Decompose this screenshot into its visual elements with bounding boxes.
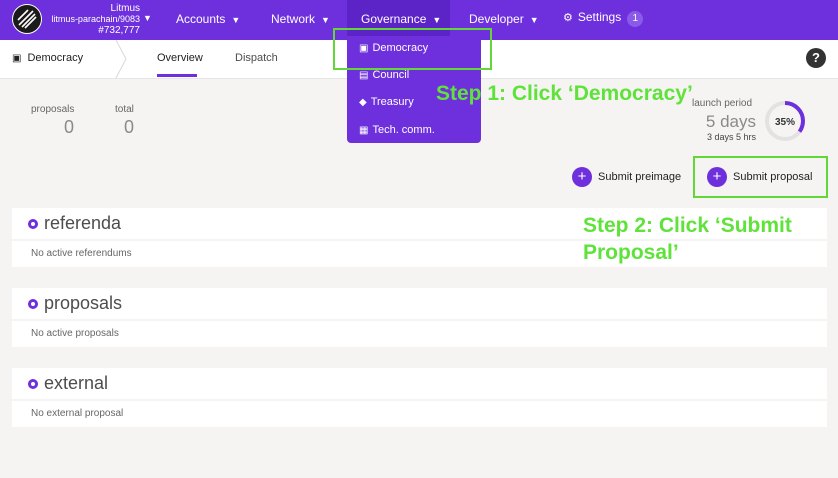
nav-developer[interactable]: Developer ▼ bbox=[469, 12, 539, 26]
caret-down-icon: ▼ bbox=[529, 15, 539, 25]
gem-icon: ◆ bbox=[359, 97, 367, 108]
help-icon[interactable]: ? bbox=[806, 48, 826, 68]
section-label: Democracy bbox=[27, 52, 84, 64]
active-tab-underline bbox=[157, 74, 197, 77]
proposals-label: proposals bbox=[31, 104, 75, 115]
submit-preimage-label: Submit preimage bbox=[598, 170, 682, 183]
launch-period-time: 3 days 5 hrs bbox=[706, 132, 756, 142]
empty-message: No active referendums bbox=[31, 248, 132, 259]
plus-icon: + bbox=[572, 167, 592, 187]
step1-annotation: Step 1: Click ‘Democracy’ bbox=[436, 82, 693, 105]
settings-badge: 1 bbox=[627, 11, 644, 27]
menu-item-label: Tech. comm. bbox=[372, 124, 435, 136]
tab-overview[interactable]: Overview bbox=[157, 52, 203, 64]
breadcrumb-chevron-icon bbox=[115, 40, 127, 78]
total-value: 0 bbox=[124, 117, 135, 137]
step2-annotation: Step 2: Click ‘Submit Proposal’ bbox=[583, 212, 792, 266]
bullet-icon bbox=[28, 379, 38, 389]
external-card: external No external proposal bbox=[12, 368, 827, 427]
block-number: #732,777 bbox=[98, 25, 140, 36]
submit-preimage-button[interactable]: + Submit preimage bbox=[572, 167, 681, 187]
launch-progress-percent: 35% bbox=[775, 117, 795, 128]
caret-down-icon: ▼ bbox=[432, 15, 442, 25]
chain-selector[interactable]: Litmus litmus-parachain/9083 #732,777 bbox=[48, 3, 140, 36]
launch-progress-ring: 35% bbox=[765, 101, 805, 141]
section-title: ▣ Democracy bbox=[12, 52, 83, 64]
empty-message: No active proposals bbox=[31, 328, 119, 339]
card-title: proposals bbox=[44, 293, 123, 313]
menu-item-label: Treasury bbox=[370, 96, 414, 108]
launch-period-days: 5 days bbox=[705, 112, 756, 131]
step2-line1: Step 2: Click ‘Submit bbox=[583, 214, 792, 237]
menu-item-label: Council bbox=[372, 69, 410, 81]
chain-caret-icon[interactable]: ▼ bbox=[143, 13, 152, 23]
chain-subtitle: litmus-parachain/9083 bbox=[51, 14, 140, 24]
bullet-icon bbox=[28, 299, 38, 309]
proposals-card: proposals No active proposals bbox=[12, 288, 827, 347]
step2-highlight-box bbox=[693, 156, 828, 198]
nav-settings[interactable]: ⚙ Settings 1 bbox=[563, 10, 644, 27]
chain-name: Litmus bbox=[110, 3, 140, 14]
chain-logo-icon[interactable] bbox=[12, 4, 42, 34]
menu-item-tech-comm[interactable]: ▦ Tech. comm. bbox=[359, 124, 435, 136]
nav-accounts[interactable]: Accounts ▼ bbox=[176, 12, 240, 26]
proposals-value: 0 bbox=[64, 117, 75, 137]
total-label: total bbox=[115, 104, 134, 115]
calendar-icon: ▣ bbox=[12, 53, 22, 64]
chip-icon: ▦ bbox=[359, 125, 369, 136]
empty-message: No external proposal bbox=[31, 408, 124, 419]
caret-down-icon: ▼ bbox=[231, 15, 241, 25]
nav-accounts-label: Accounts bbox=[176, 12, 226, 26]
nav-network-label: Network bbox=[271, 12, 316, 26]
gears-icon: ⚙ bbox=[563, 12, 573, 24]
menu-item-council[interactable]: ▤ Council bbox=[359, 69, 409, 81]
bullet-icon bbox=[28, 219, 38, 229]
tab-dispatch[interactable]: Dispatch bbox=[235, 52, 278, 64]
step2-line2: Proposal’ bbox=[583, 241, 679, 264]
card-title: external bbox=[44, 373, 109, 393]
card-title: referenda bbox=[44, 213, 122, 233]
building-icon: ▤ bbox=[359, 70, 369, 81]
step1-highlight-box bbox=[333, 28, 492, 70]
nav-settings-label: Settings bbox=[577, 10, 622, 24]
nav-developer-label: Developer bbox=[469, 12, 524, 26]
nav-network[interactable]: Network ▼ bbox=[271, 12, 330, 26]
launch-period-label: launch period bbox=[692, 98, 753, 109]
nav-governance[interactable]: Governance ▼ bbox=[361, 12, 441, 26]
caret-down-icon: ▼ bbox=[321, 15, 330, 25]
menu-item-treasury[interactable]: ◆ Treasury bbox=[359, 96, 414, 108]
nav-governance-label: Governance bbox=[361, 12, 427, 26]
